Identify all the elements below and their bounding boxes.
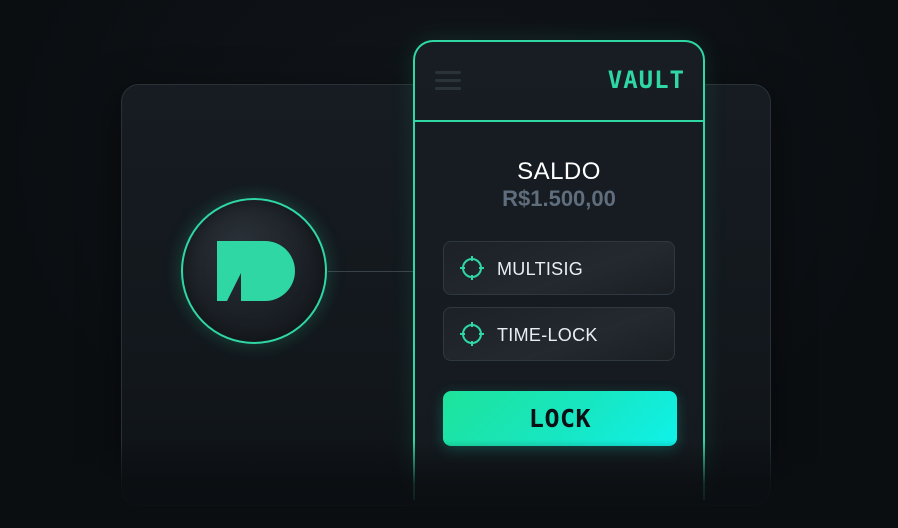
option-multisig[interactable]: MULTISIG [443, 241, 675, 295]
phone-header: VAULT [415, 42, 703, 122]
app-title: VAULT [607, 66, 685, 94]
balance-label: SALDO [517, 158, 601, 185]
crosshair-icon [460, 256, 484, 280]
balance-value: R$1.500,00 [502, 186, 616, 211]
brand-logo-icon [217, 241, 295, 301]
bottom-fade [0, 440, 898, 528]
hamburger-menu-icon[interactable] [435, 71, 461, 91]
option-label: TIME-LOCK [497, 325, 598, 345]
connector-line [328, 271, 414, 272]
vault-phone-card: VAULT SALDO R$1.500,00 MULTISIG TIME-LOC… [413, 40, 705, 500]
option-time-lock[interactable]: TIME-LOCK [443, 307, 675, 361]
lock-button[interactable]: LOCK [443, 391, 677, 446]
crosshair-icon [460, 322, 484, 346]
option-label: MULTISIG [497, 259, 584, 279]
brand-logo [181, 198, 327, 344]
lock-button-label: LOCK [528, 404, 592, 433]
stage: VAULT SALDO R$1.500,00 MULTISIG TIME-LOC… [0, 0, 898, 528]
